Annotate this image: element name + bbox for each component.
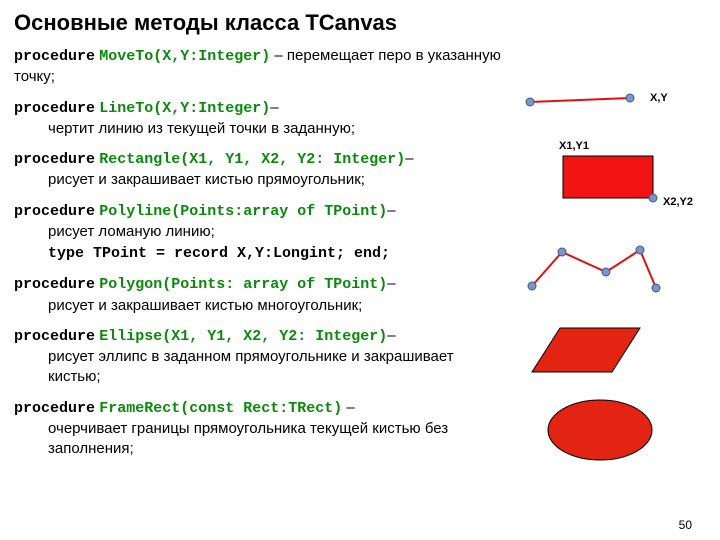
label-x2y2: X2,Y2 — [663, 196, 693, 208]
signature: Polygon(Points: array of TPoint) — [99, 276, 387, 293]
dash: – — [387, 275, 395, 292]
description: чертит линию из текущей точки в заданную… — [14, 119, 504, 139]
method-framerect: procedure FrameRect(const Rect:TRect) – … — [14, 398, 504, 460]
method-ellipse: procedure Ellipse(X1, Y1, X2, Y2: Intege… — [14, 326, 504, 388]
illus-rectangle: X1,Y1 X2,Y2 — [555, 140, 715, 222]
illus-ellipse — [540, 398, 680, 468]
label-x1y1: X1,Y1 — [559, 140, 589, 152]
signature: LineTo(X,Y:Integer) — [99, 100, 270, 117]
method-lineto: procedure LineTo(X,Y:Integer)– чертит ли… — [14, 98, 504, 140]
dash: – — [270, 47, 287, 64]
keyword: procedure — [14, 328, 95, 345]
keyword: procedure — [14, 276, 95, 293]
signature: Ellipse(X1, Y1, X2, Y2: Integer) — [99, 328, 387, 345]
description: очерчивает границы прямоугольника текуще… — [14, 419, 504, 460]
dash: – — [387, 202, 395, 219]
dash: – — [387, 327, 395, 344]
dash: – — [270, 99, 278, 116]
dash: – — [342, 399, 355, 416]
keyword: procedure — [14, 151, 95, 168]
method-polyline: procedure Polyline(Points:array of TPoin… — [14, 201, 504, 265]
keyword: procedure — [14, 100, 95, 117]
signature: Polyline(Points:array of TPoint) — [99, 203, 387, 220]
keyword: procedure — [14, 203, 95, 220]
label-xy: X,Y — [650, 92, 668, 104]
keyword: procedure — [14, 400, 95, 417]
description: рисует и закрашивает кистью многоугольни… — [14, 296, 504, 316]
illus-polygon — [520, 322, 670, 382]
description: рисует эллипс в заданном прямоугольнике … — [14, 347, 504, 388]
methods-list: procedure MoveTo(X,Y:Integer) – перемеща… — [14, 46, 504, 459]
type-definition: type TPoint = record X,Y:Longint; end; — [14, 244, 504, 264]
keyword: procedure — [14, 48, 95, 65]
description: рисует ломаную линию; — [14, 222, 504, 242]
dash: – — [405, 150, 413, 167]
description: рисует и закрашивает кистью прямоугольни… — [14, 170, 504, 190]
signature: FrameRect(const Rect:TRect) — [99, 400, 342, 417]
page-title: Основные методы класса ТСanvas — [14, 10, 706, 36]
page-number: 50 — [679, 518, 692, 532]
signature: MoveTo(X,Y:Integer) — [99, 48, 270, 65]
illus-lineto: X,Y — [520, 92, 700, 122]
method-polygon: procedure Polygon(Points: array of TPoin… — [14, 274, 504, 316]
signature: Rectangle(X1, Y1, X2, Y2: Integer) — [99, 151, 405, 168]
illus-polyline — [520, 240, 680, 300]
method-rectangle: procedure Rectangle(X1, Y1, X2, Y2: Inte… — [14, 149, 504, 191]
method-moveto: procedure MoveTo(X,Y:Integer) – перемеща… — [14, 46, 504, 88]
